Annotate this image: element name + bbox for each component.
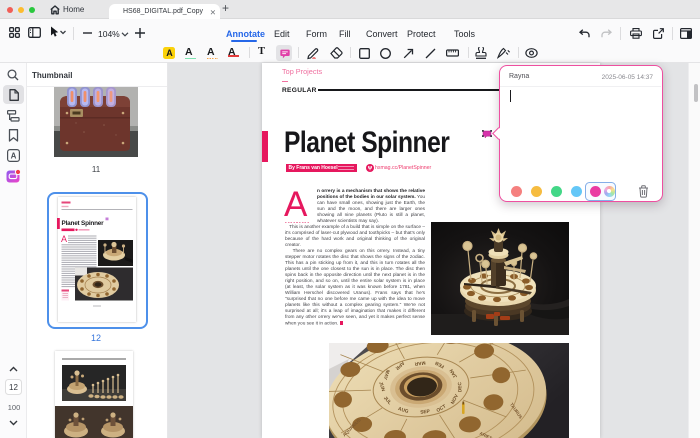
svg-text:DEC: DEC	[457, 381, 463, 392]
svg-text:Planet Spinner: Planet Spinner	[62, 220, 105, 227]
svg-text:SEP: SEP	[420, 409, 431, 416]
svg-text:A: A	[61, 234, 67, 244]
svg-text:A: A	[11, 151, 17, 160]
